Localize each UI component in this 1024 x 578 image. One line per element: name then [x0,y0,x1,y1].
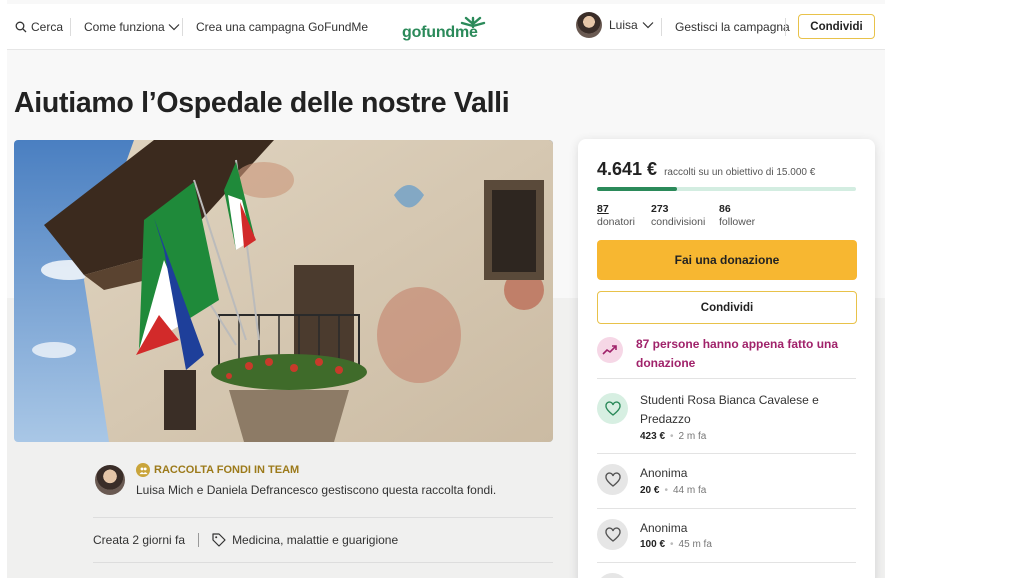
dot-separator: • [670,431,674,442]
team-badge: RACCOLTA FONDI IN TEAM [136,463,299,477]
divider [93,562,553,563]
divider [597,453,856,454]
divider [597,562,856,563]
create-campaign-link[interactable]: Crea una campagna GoFundMe [196,4,368,50]
logo-text: gofundme [402,24,478,41]
created-date: Creata 2 giorni fa [93,533,186,547]
divider [93,517,553,518]
donor-name: Anonima [640,521,688,535]
campaign-photo[interactable] [14,140,553,442]
donation-card: 4.641 € raccolti su un obiettivo di 15.0… [578,139,875,578]
donor-heart-icon [597,573,628,578]
nav-divider [70,18,71,36]
organizer-avatar[interactable] [95,465,125,495]
create-campaign-label: Crea una campagna GoFundMe [196,20,369,34]
trending-icon [597,337,623,363]
nav-divider [661,18,662,36]
raised-goal-text: raccolti su un obiettivo di 15.000 € [664,167,816,178]
manage-campaign-label: Gestisci la campagna [675,20,790,34]
raised-value: 4.641 € [597,159,658,179]
user-name: Luisa [609,18,638,32]
nav-divider [785,18,786,36]
stat-followers: 86 follower [719,203,755,229]
donation-meta: 423 € • 2 m fa [640,431,706,442]
donor-name: Studenti Rosa Bianca Cavalese e Predazzo [640,393,819,426]
donation-amount: 100 € [640,539,666,550]
stat-value: 87 [597,203,609,215]
how-it-works-menu[interactable]: Come funziona [84,4,180,50]
search-label: Cerca [31,20,64,34]
campaign-title: Aiutiamo l’Ospedale delle nostre Valli [14,87,510,119]
manage-campaign-link[interactable]: Gestisci la campagna [675,4,790,50]
donation-meta: 100 € • 45 m fa [640,539,712,550]
donation-time: 45 m fa [678,539,712,550]
campaign-meta: Creata 2 giorni fa Medicina, malattie e … [93,533,398,547]
donor-name: Anonima [640,466,688,480]
donation-amount: 423 € [640,431,666,442]
share-button-top[interactable]: Condividi [798,14,875,39]
raised-amount: 4.641 € raccolti su un obiettivo di 15.0… [597,159,815,180]
stat-label: donatori [597,216,635,228]
stat-label: follower [719,216,756,228]
dot-separator: • [670,539,674,550]
progress-bar [597,187,856,191]
how-it-works-label: Come funziona [84,20,165,34]
donor-heart-icon [597,393,628,424]
donor-heart-icon [597,519,628,550]
divider [597,378,856,379]
donation-amount: 20 € [640,485,660,496]
user-avatar[interactable] [576,12,602,38]
donation-time: 2 m fa [678,431,707,442]
category-link[interactable]: Medicina, malattie e guarigione [232,533,398,547]
stat-donors[interactable]: 87 donatori [597,203,635,229]
team-icon [136,463,150,477]
search-button[interactable]: Cerca [15,4,63,50]
divider [597,508,856,509]
meta-divider [198,533,200,547]
search-icon [15,21,27,33]
team-description: Luisa Mich e Daniela Defrancesco gestisc… [136,483,497,497]
stat-value: 273 [651,203,669,215]
donor-heart-icon [597,464,628,495]
stat-value: 86 [719,203,731,215]
chevron-down-icon [168,24,180,31]
stat-shares: 273 condivisioni [651,203,705,229]
nav-divider [182,18,183,36]
donation-meta: 20 € • 44 m fa [640,485,706,496]
progress-fill [597,187,678,191]
donation-time: 44 m fa [672,485,707,496]
share-button[interactable]: Condividi [597,291,857,324]
page: Cerca Come funziona Crea una campagna Go… [7,0,885,578]
recent-donations-text: 87 persone hanno appena fatto una donazi… [636,337,839,370]
top-nav: Cerca Come funziona Crea una campagna Go… [7,4,885,50]
donate-button[interactable]: Fai una donazione [597,240,857,280]
tag-icon [212,533,226,547]
team-badge-label: RACCOLTA FONDI IN TEAM [154,464,300,476]
gofundme-logo[interactable]: gofundme [402,14,492,42]
dot-separator: • [664,485,668,496]
user-menu[interactable]: Luisa [609,4,654,46]
chevron-down-icon [642,22,654,29]
stat-label: condivisioni [651,216,706,228]
